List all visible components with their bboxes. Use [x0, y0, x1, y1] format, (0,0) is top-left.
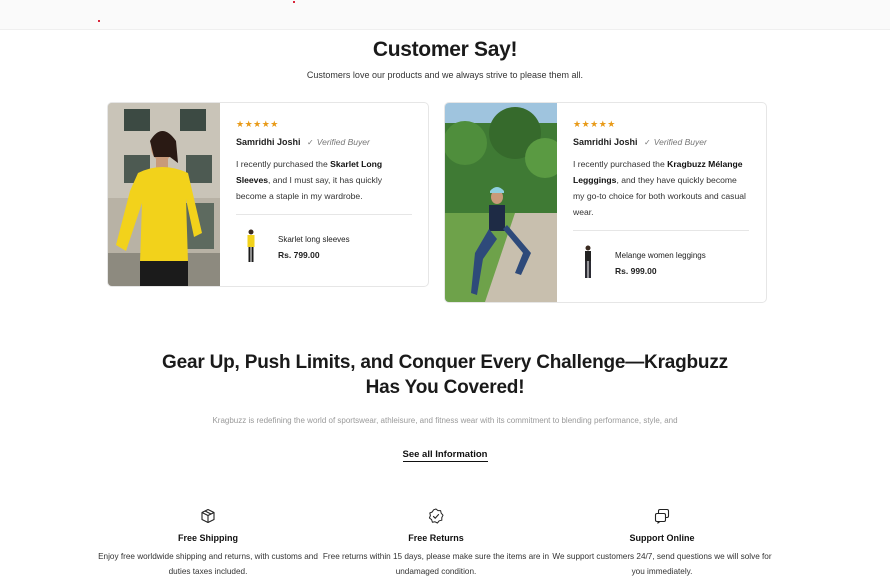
- product-thumbnail[interactable]: [246, 229, 256, 263]
- about-description: Kragbuzz is redefining the world of spor…: [190, 414, 700, 440]
- feature-description: We support customers 24/7, send question…: [552, 552, 772, 576]
- feature-title: Free Shipping: [177, 533, 238, 543]
- rating-stars: ★★★★★: [573, 119, 616, 129]
- box-icon: [201, 508, 215, 524]
- review-card: ★★★★★ Samridhi Joshi ✓ Verified Buyer I r…: [107, 102, 429, 287]
- customer-photo: [445, 103, 557, 302]
- check-icon: ✓: [307, 138, 314, 147]
- feature-title: Support Online: [629, 533, 695, 543]
- feature-description: Free returns within 15 days, please make…: [322, 552, 550, 576]
- product-price: Rs. 799.00: [278, 250, 320, 260]
- product-name[interactable]: Melange women leggings: [615, 251, 706, 260]
- see-all-container: See all Information: [0, 444, 890, 462]
- check-icon: ✓: [644, 138, 651, 147]
- verified-badge: Verified Buyer: [316, 137, 370, 147]
- review-card: ★★★★★ Samridhi Joshi ✓ Verified Buyer I r…: [444, 102, 767, 303]
- about-description-text: Kragbuzz is redefining the world of spor…: [212, 416, 678, 425]
- reviewer-name: Samridhi Joshi: [573, 137, 638, 147]
- product-name[interactable]: Skarlet long sleeves: [278, 235, 350, 244]
- feature-description: Enjoy free worldwide shipping and return…: [98, 552, 318, 576]
- chat-icon: [654, 508, 670, 524]
- text-fade-overlay: [190, 427, 700, 440]
- feature-free-shipping: Free Shipping Enjoy free worldwide shipp…: [93, 508, 323, 579]
- decorative-dot: [293, 1, 295, 3]
- top-header-bar: [0, 0, 890, 30]
- badge-check-icon: [428, 508, 444, 524]
- see-all-information-link[interactable]: See all Information: [402, 449, 488, 462]
- about-heading: Gear Up, Push Limits, and Conquer Every …: [162, 352, 728, 398]
- reviewed-product[interactable]: Skarlet long sleeves Rs. 799.00: [236, 215, 412, 262]
- product-thumbnail[interactable]: [583, 245, 593, 279]
- feature-support-online: Support Online We support customers 24/7…: [547, 508, 777, 579]
- feature-title: Free Returns: [408, 533, 464, 543]
- feature-free-returns: Free Returns Free returns within 15 days…: [321, 508, 551, 579]
- review-text: I recently purchased the Skarlet Long Sl…: [236, 156, 412, 204]
- testimonials-subtitle: Customers love our products and we alway…: [306, 70, 584, 80]
- review-text-start: I recently purchased the: [573, 159, 668, 169]
- product-price: Rs. 999.00: [615, 266, 657, 276]
- reviewed-product[interactable]: Melange women leggings Rs. 999.00: [573, 231, 749, 278]
- customer-photo: [108, 103, 220, 286]
- decorative-dot: [98, 20, 100, 22]
- verified-badge: Verified Buyer: [653, 137, 707, 147]
- reviewer-name: Samridhi Joshi: [236, 137, 301, 147]
- testimonials-title: Customer Say!: [372, 38, 518, 61]
- review-text: I recently purchased the Kragbuzz Mélang…: [573, 156, 749, 220]
- rating-stars: ★★★★★: [236, 119, 279, 129]
- review-text-start: I recently purchased the: [236, 159, 331, 169]
